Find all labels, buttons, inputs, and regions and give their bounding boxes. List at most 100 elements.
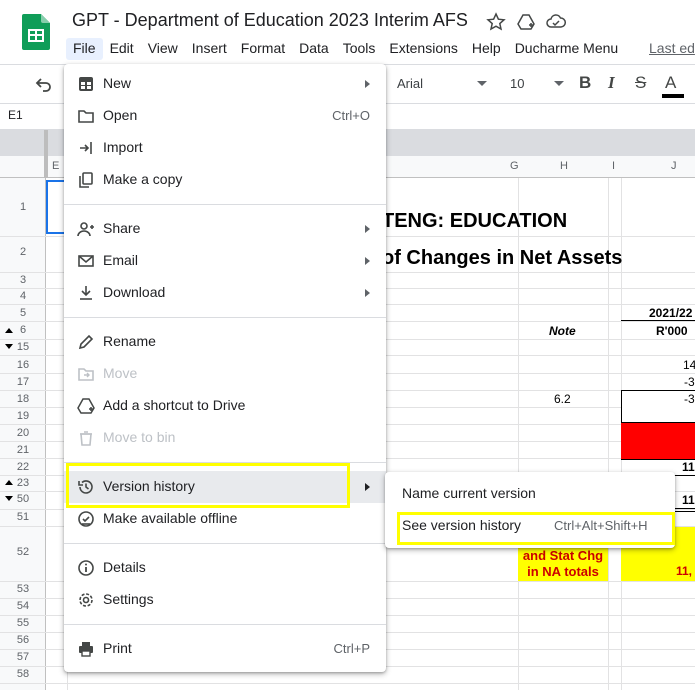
menu-edit[interactable]: Edit bbox=[103, 38, 141, 60]
font-dropdown-arrow-icon[interactable] bbox=[477, 81, 487, 86]
email-icon bbox=[77, 252, 95, 270]
freeze-handle[interactable] bbox=[44, 130, 48, 178]
menu-extensions[interactable]: Extensions bbox=[382, 38, 464, 60]
move-to-drive-icon[interactable] bbox=[516, 12, 536, 32]
menu-separator bbox=[64, 624, 386, 625]
row-header[interactable]: 6 bbox=[0, 324, 46, 336]
row-header[interactable]: 50 bbox=[0, 493, 46, 505]
row-header[interactable]: 56 bbox=[0, 634, 46, 646]
cell-j16[interactable]: 14 bbox=[683, 358, 695, 372]
sheet-title-line-2[interactable]: of Changes in Net Assets bbox=[382, 247, 622, 270]
column-header-j[interactable]: J bbox=[671, 160, 677, 172]
import-icon bbox=[77, 139, 95, 157]
row-header[interactable]: 22 bbox=[0, 461, 46, 473]
menu-item-download-label: Download bbox=[103, 284, 166, 300]
column-header-e[interactable]: E bbox=[52, 160, 59, 172]
row-header[interactable]: 21 bbox=[0, 444, 46, 456]
menu-file[interactable]: File bbox=[66, 38, 103, 60]
menu-view[interactable]: View bbox=[141, 38, 185, 60]
folder-icon bbox=[77, 107, 95, 125]
menu-data[interactable]: Data bbox=[292, 38, 336, 60]
row-header[interactable]: 51 bbox=[0, 511, 46, 523]
submenu-arrow-icon bbox=[365, 225, 370, 233]
font-size-dropdown-arrow-icon[interactable] bbox=[554, 81, 564, 86]
row-header[interactable]: 52 bbox=[0, 546, 46, 558]
name-box[interactable]: E1 bbox=[8, 108, 23, 122]
menu-item-details[interactable]: Details bbox=[64, 552, 386, 584]
gear-icon bbox=[77, 591, 95, 609]
column-header-i[interactable]: I bbox=[612, 160, 615, 172]
row-header[interactable]: 19 bbox=[0, 410, 46, 422]
row-header[interactable]: 16 bbox=[0, 359, 46, 371]
undo-icon[interactable] bbox=[34, 75, 52, 98]
pencil-icon bbox=[77, 333, 95, 351]
printer-icon bbox=[77, 640, 95, 658]
menu-item-import-label: Import bbox=[103, 139, 143, 155]
row-header[interactable]: 54 bbox=[0, 600, 46, 612]
font-size-select[interactable]: 10 bbox=[510, 76, 524, 91]
last-edit-link[interactable]: Last ed bbox=[649, 40, 695, 56]
column-header-h[interactable]: H bbox=[560, 160, 568, 172]
move-folder-icon bbox=[77, 365, 95, 383]
text-color-button[interactable]: A bbox=[665, 73, 676, 93]
menu-item-new[interactable]: New bbox=[64, 68, 386, 100]
red-filled-cells[interactable] bbox=[621, 423, 695, 459]
row-header[interactable]: 18 bbox=[0, 393, 46, 405]
sheets-logo-icon[interactable] bbox=[22, 14, 50, 50]
selected-cell-e1[interactable] bbox=[46, 180, 66, 234]
document-title[interactable]: GPT - Department of Education 2023 Inter… bbox=[72, 10, 468, 31]
menu-item-open-shortcut: Ctrl+O bbox=[332, 108, 370, 123]
menu-item-import[interactable]: Import bbox=[64, 132, 386, 164]
menu-item-details-label: Details bbox=[103, 559, 146, 575]
cell-j50[interactable]: 11 bbox=[682, 493, 695, 507]
submenu-item-name-current-version[interactable]: Name current version bbox=[385, 478, 675, 510]
menu-item-print[interactable]: Print Ctrl+P bbox=[64, 633, 386, 665]
row-header[interactable]: 2 bbox=[0, 246, 46, 258]
row-header[interactable]: 58 bbox=[0, 668, 46, 680]
menu-item-add-shortcut[interactable]: Add a shortcut to Drive bbox=[64, 390, 386, 422]
menu-item-open[interactable]: Open Ctrl+O bbox=[64, 100, 386, 132]
cell-h18-note-ref[interactable]: 6.2 bbox=[554, 392, 571, 406]
cell-note-header[interactable]: Note bbox=[549, 324, 576, 338]
cloud-status-icon[interactable] bbox=[546, 12, 566, 32]
bold-button[interactable]: B bbox=[579, 73, 591, 93]
menu-item-settings[interactable]: Settings bbox=[64, 584, 386, 616]
row-header[interactable]: 55 bbox=[0, 617, 46, 629]
menu-item-share[interactable]: Share bbox=[64, 213, 386, 245]
menu-ducharme[interactable]: Ducharme Menu bbox=[508, 38, 626, 60]
font-select[interactable]: Arial bbox=[397, 76, 423, 91]
row-header[interactable]: 57 bbox=[0, 651, 46, 663]
row-header[interactable]: 23 bbox=[0, 477, 46, 489]
cell-j22[interactable]: 11 bbox=[682, 460, 695, 474]
sheet-title-line-1[interactable]: TENG: EDUCATION bbox=[382, 210, 567, 233]
row-header[interactable]: 1 bbox=[0, 201, 46, 213]
menu-item-move-to-bin: Move to bin bbox=[64, 422, 386, 454]
row-header[interactable]: 17 bbox=[0, 376, 46, 388]
menu-insert[interactable]: Insert bbox=[185, 38, 234, 60]
cell-j18[interactable]: -3 bbox=[684, 392, 695, 406]
menu-format[interactable]: Format bbox=[234, 38, 292, 60]
cell-rand-header[interactable]: R'000 bbox=[656, 324, 688, 338]
cell-year-header[interactable]: 2021/22 bbox=[649, 306, 692, 320]
row-header[interactable]: 15 bbox=[0, 341, 46, 353]
menu-bar: File Edit View Insert Format Data Tools … bbox=[66, 38, 625, 60]
cell-j17[interactable]: -3 bbox=[684, 375, 695, 389]
menu-item-make-copy[interactable]: Make a copy bbox=[64, 164, 386, 196]
menu-help[interactable]: Help bbox=[465, 38, 508, 60]
strikethrough-button[interactable]: S bbox=[635, 73, 646, 93]
row-header[interactable]: 20 bbox=[0, 427, 46, 439]
row-header[interactable]: 4 bbox=[0, 290, 46, 302]
menu-tools[interactable]: Tools bbox=[336, 38, 383, 60]
cell-h52-text[interactable]: and Stat Chg in NA totals bbox=[518, 548, 608, 580]
row-header[interactable]: 5 bbox=[0, 307, 46, 319]
menu-item-email[interactable]: Email bbox=[64, 245, 386, 277]
row-header[interactable]: 3 bbox=[0, 274, 46, 286]
column-header-g[interactable]: G bbox=[510, 160, 519, 172]
row-header[interactable]: 53 bbox=[0, 583, 46, 595]
menu-item-rename[interactable]: Rename bbox=[64, 326, 386, 358]
cell-j52[interactable]: 11, bbox=[676, 564, 692, 578]
menu-item-download[interactable]: Download bbox=[64, 277, 386, 309]
italic-button[interactable]: I bbox=[608, 73, 615, 93]
menu-item-open-label: Open bbox=[103, 107, 138, 123]
star-icon[interactable] bbox=[486, 12, 506, 32]
